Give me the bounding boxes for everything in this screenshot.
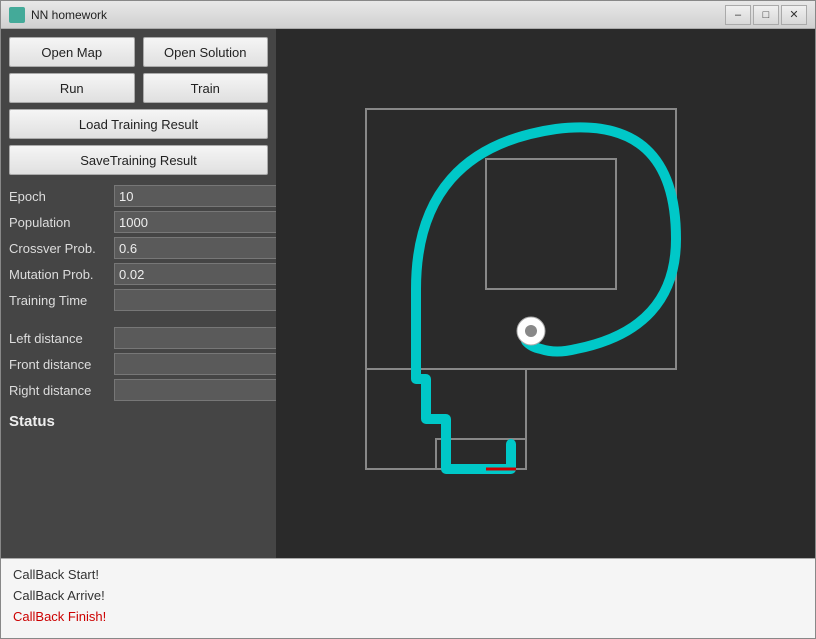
log-line-1: CallBack Start!: [13, 565, 803, 586]
form-section: Epoch Population Crossver Prob. Mutation…: [9, 185, 268, 401]
crossver-row: Crossver Prob.: [9, 237, 268, 259]
left-distance-label: Left distance: [9, 331, 114, 346]
top-button-row: Open Map Open Solution: [9, 37, 268, 67]
mutation-label: Mutation Prob.: [9, 267, 114, 282]
load-training-button[interactable]: Load Training Result: [9, 109, 268, 139]
left-distance-row: Left distance: [9, 327, 268, 349]
separator: [9, 315, 268, 323]
log-line-3: CallBack Finish!: [13, 607, 803, 628]
population-row: Population: [9, 211, 268, 233]
front-distance-input[interactable]: [114, 353, 300, 375]
training-time-label: Training Time: [9, 293, 114, 308]
log-line-2: CallBack Arrive!: [13, 586, 803, 607]
save-training-button[interactable]: SaveTraining Result: [9, 145, 268, 175]
training-time-row: Training Time: [9, 289, 268, 311]
content-area: Open Map Open Solution Run Train Load Tr…: [1, 29, 815, 558]
app-icon: [9, 7, 25, 23]
right-panel: [276, 29, 815, 558]
front-distance-row: Front distance: [9, 353, 268, 375]
left-distance-input[interactable]: [114, 327, 300, 349]
minimize-button[interactable]: –: [725, 5, 751, 25]
main-window: NN homework – □ ✕ Open Map Open Solution…: [0, 0, 816, 639]
crossver-label: Crossver Prob.: [9, 241, 114, 256]
mutation-row: Mutation Prob.: [9, 263, 268, 285]
bottom-log-panel: CallBack Start! CallBack Arrive! CallBac…: [1, 558, 815, 638]
right-distance-row: Right distance: [9, 379, 268, 401]
title-buttons: – □ ✕: [725, 5, 807, 25]
open-map-button[interactable]: Open Map: [9, 37, 135, 67]
close-button[interactable]: ✕: [781, 5, 807, 25]
title-bar: NN homework – □ ✕: [1, 1, 815, 29]
status-label: Status: [9, 413, 268, 430]
epoch-row: Epoch: [9, 185, 268, 207]
training-time-input[interactable]: [114, 289, 300, 311]
window-title: NN homework: [31, 8, 107, 22]
epoch-input[interactable]: [114, 185, 300, 207]
track-svg: [356, 99, 736, 489]
run-button[interactable]: Run: [9, 73, 135, 103]
right-distance-input[interactable]: [114, 379, 300, 401]
front-distance-label: Front distance: [9, 357, 114, 372]
population-input[interactable]: [114, 211, 300, 233]
mutation-input[interactable]: [114, 263, 300, 285]
restore-button[interactable]: □: [753, 5, 779, 25]
open-solution-button[interactable]: Open Solution: [143, 37, 269, 67]
track-canvas: [356, 99, 736, 489]
left-panel: Open Map Open Solution Run Train Load Tr…: [1, 29, 276, 558]
right-distance-label: Right distance: [9, 383, 114, 398]
second-button-row: Run Train: [9, 73, 268, 103]
crossver-input[interactable]: [114, 237, 300, 259]
train-button[interactable]: Train: [143, 73, 269, 103]
epoch-label: Epoch: [9, 189, 114, 204]
title-bar-left: NN homework: [9, 7, 107, 23]
population-label: Population: [9, 215, 114, 230]
